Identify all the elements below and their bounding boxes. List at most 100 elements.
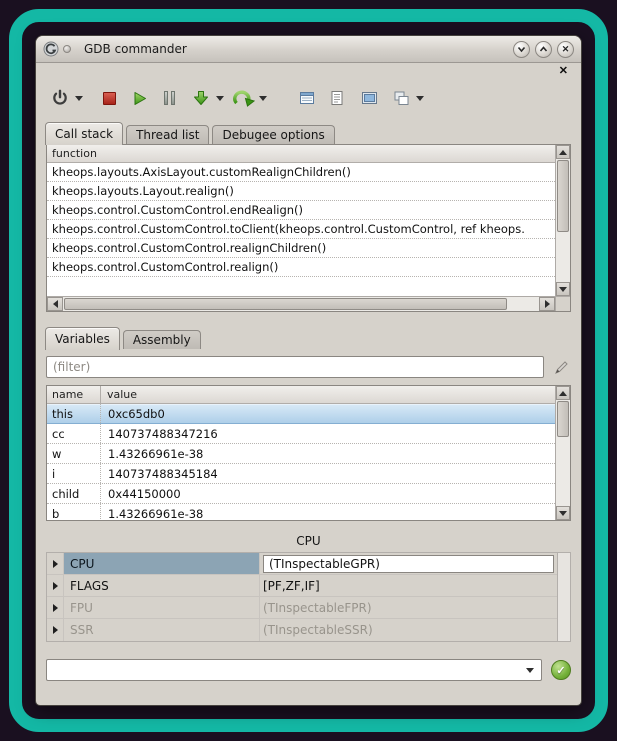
register-value-field[interactable]: (TInspectableGPR) (263, 555, 554, 573)
step-into-icon (192, 89, 210, 107)
callstack-row[interactable]: kheops.control.CustomControl.toClient(kh… (47, 220, 555, 239)
dock-close-button[interactable]: ✕ (559, 66, 568, 77)
column-header-value: value (101, 388, 555, 401)
pause-icon (164, 91, 175, 105)
scroll-down-button[interactable] (556, 282, 570, 296)
step-over-menu-chevron[interactable] (256, 86, 269, 110)
expand-cpu-button[interactable] (47, 553, 64, 574)
cpu-row[interactable]: SSR (TInspectableSSR) (47, 619, 557, 641)
gdb-command-combobox[interactable] (46, 659, 542, 681)
cpu-row[interactable]: FPU (TInspectableFPR) (47, 597, 557, 619)
variable-row[interactable]: child 0x44150000 (47, 484, 555, 504)
callstack-row[interactable]: kheops.control.CustomControl.endRealign(… (47, 201, 555, 220)
process-windows-icon (393, 90, 410, 107)
watch-window-button[interactable] (295, 86, 319, 110)
scrollbar-thumb[interactable] (557, 160, 569, 232)
callstack-panel: function kheops.layouts.AxisLayout.custo… (46, 144, 571, 312)
register-group-value: (TInspectableSSR) (260, 619, 557, 641)
callstack-header[interactable]: function (47, 145, 555, 163)
run-button[interactable] (127, 86, 151, 110)
column-header-name: name (47, 386, 101, 403)
chevron-up-icon (538, 44, 549, 55)
tab-variables[interactable]: Variables (45, 327, 120, 350)
variable-row[interactable]: b 1.43266961e-38 (47, 504, 555, 520)
scroll-up-button[interactable] (556, 145, 570, 159)
variable-value: 1.43266961e-38 (101, 504, 555, 520)
scrollbar-thumb[interactable] (64, 298, 507, 310)
variable-value: 0xc65db0 (101, 404, 555, 423)
tab-call-stack[interactable]: Call stack (45, 122, 123, 145)
tab-thread-list[interactable]: Thread list (126, 125, 209, 144)
register-group-name: CPU (64, 553, 260, 574)
arrow-left-icon (53, 300, 58, 308)
expand-flags-button[interactable] (47, 575, 64, 596)
pause-button[interactable] (157, 86, 181, 110)
chevron-down-icon (216, 96, 224, 101)
stop-button[interactable] (97, 86, 121, 110)
scrollbar-track[interactable] (556, 233, 570, 282)
variable-name: cc (47, 424, 101, 443)
filter-input[interactable] (46, 356, 544, 378)
rolldown-button[interactable] (513, 41, 530, 58)
tab-assembly[interactable]: Assembly (123, 330, 201, 349)
callstack-row[interactable]: kheops.layouts.AxisLayout.customRealignC… (47, 163, 555, 182)
send-command-button[interactable]: ✓ (551, 660, 571, 680)
tab-debugee-options[interactable]: Debugee options (212, 125, 334, 144)
variable-row[interactable]: i 140737488345184 (47, 464, 555, 484)
power-menu-chevron[interactable] (72, 86, 85, 110)
scroll-up-button[interactable] (556, 386, 570, 400)
variable-name: child (47, 484, 101, 503)
variable-value: 140737488345184 (101, 464, 555, 483)
cpu-row[interactable]: FLAGS [PF,ZF,IF] (47, 575, 557, 597)
middle-tabbar: Variables Assembly (36, 324, 581, 349)
variables-vscrollbar[interactable] (555, 386, 570, 520)
variable-row[interactable]: cc 140737488347216 (47, 424, 555, 444)
scroll-right-button[interactable] (539, 297, 555, 311)
scroll-left-button[interactable] (47, 297, 63, 311)
memory-view-button[interactable] (357, 86, 381, 110)
arrow-down-icon (559, 287, 567, 292)
expand-ssr-button[interactable] (47, 619, 64, 641)
source-view-button[interactable] (325, 86, 349, 110)
process-info-button[interactable] (389, 86, 413, 110)
scrollbar-thumb[interactable] (557, 401, 569, 437)
rollup-button[interactable] (535, 41, 552, 58)
play-icon (131, 90, 148, 107)
scroll-down-button[interactable] (556, 506, 570, 520)
pen-icon (552, 358, 570, 376)
scrollbar-track[interactable] (556, 438, 570, 506)
power-button[interactable] (48, 86, 72, 110)
process-menu-chevron[interactable] (413, 86, 426, 110)
variables-header[interactable]: name value (47, 386, 555, 404)
app-menu-icon (63, 45, 71, 53)
arrow-right-icon (545, 300, 550, 308)
expand-fpu-button[interactable] (47, 597, 64, 618)
clear-filter-button[interactable] (551, 357, 571, 377)
callstack-hscrollbar[interactable] (47, 296, 570, 311)
callstack-row[interactable]: kheops.control.CustomControl.realign() (47, 258, 555, 277)
chevron-down-icon (516, 44, 527, 55)
callstack-row[interactable]: kheops.control.CustomControl.realignChil… (47, 239, 555, 258)
callstack-vscrollbar[interactable] (555, 145, 570, 296)
step-over-button[interactable] (232, 86, 256, 110)
expander-icon (53, 604, 58, 612)
cpu-scrollbar-track[interactable] (558, 552, 571, 642)
variable-row[interactable]: this 0xc65db0 (47, 404, 555, 424)
close-window-button[interactable]: ✕ (557, 41, 574, 58)
variable-name: i (47, 464, 101, 483)
variable-row[interactable]: w 1.43266961e-38 (47, 444, 555, 464)
app-icon (43, 41, 59, 57)
variable-name: b (47, 504, 101, 520)
variable-value: 1.43266961e-38 (101, 444, 555, 463)
gdb-commander-window: GDB commander ✕ ✕ (36, 36, 581, 705)
callstack-row[interactable]: kheops.layouts.Layout.realign() (47, 182, 555, 201)
register-group-value: (TInspectableFPR) (260, 597, 557, 618)
titlebar[interactable]: GDB commander ✕ (36, 36, 581, 63)
cpu-row[interactable]: CPU (TInspectableGPR) (47, 553, 557, 575)
scrollbar-track[interactable] (63, 297, 539, 311)
register-group-name: FPU (64, 597, 260, 618)
command-row: ✓ (46, 659, 571, 681)
expander-icon (53, 626, 58, 634)
step-into-menu-chevron[interactable] (213, 86, 226, 110)
step-into-button[interactable] (189, 86, 213, 110)
